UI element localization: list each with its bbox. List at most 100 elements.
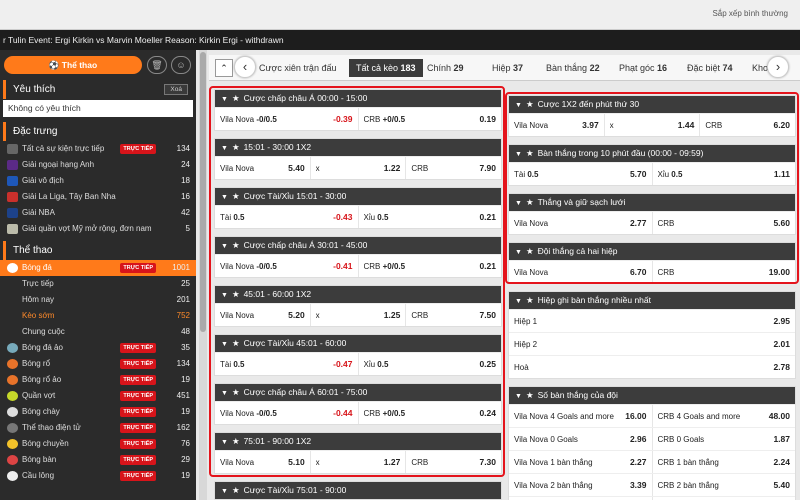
- prev-arrow-icon[interactable]: ‹: [234, 56, 256, 78]
- tab-market[interactable]: Phạt góc 16: [619, 59, 667, 77]
- sidebar-item-label: Bóng rổ ảo: [22, 375, 62, 384]
- odds-cell[interactable]: CRB 0 Goals 1.87: [653, 428, 796, 450]
- odds-cell[interactable]: CRB 1 bàn thắng 2.24: [653, 451, 796, 473]
- sport-button[interactable]: ⚽ Thể thao: [4, 56, 142, 74]
- sidebar-item-sport[interactable]: Quần vợt TRỰC TIẾP 451: [0, 388, 196, 404]
- sidebar-item-label: Bóng chày: [22, 407, 60, 416]
- tab-market[interactable]: Đặc biệt 74: [687, 59, 733, 77]
- sidebar-item-football[interactable]: Bóng đá TRỰC TIẾP 1001: [0, 260, 196, 276]
- market-card-header[interactable]: ▼ ★ Hiệp ghi bàn thắng nhiều nhất: [509, 292, 795, 309]
- odds-row: Vila Nova 4 Goals and more 16.00 CRB 4 Goa…: [509, 404, 795, 427]
- league-icon: [7, 144, 18, 154]
- item-count: 162: [176, 423, 190, 432]
- odds-value: 2.78: [773, 362, 790, 372]
- sidebar-item-sport[interactable]: Thể thao điện tử TRỰC TIẾP 162: [0, 420, 196, 436]
- sidebar-item-sport[interactable]: Bóng đá ảo TRỰC TIẾP 35: [0, 340, 196, 356]
- sidebar-item-featured[interactable]: Giải vô địch 18: [0, 173, 196, 189]
- sidebar-item-featured[interactable]: Giải ngoại hạng Anh 24: [0, 157, 196, 173]
- tab-count: 22: [589, 63, 600, 73]
- sidebar-item-featured[interactable]: Giải NBA 42: [0, 205, 196, 221]
- sidebar-item-sport[interactable]: Bóng chuyền TRỰC TIẾP 76: [0, 436, 196, 452]
- featured-heading: Đặc trưng: [3, 122, 196, 141]
- sidebar: ⚽ Thể thao 🗑 ☺ Yêu thích Xoá Không có yêu…: [0, 50, 196, 500]
- selection-label: CRB 0 Goals: [658, 435, 774, 444]
- favorites-empty: Không có yêu thích: [3, 100, 193, 117]
- odds-row: Vila Nova 2 bàn thắng 3.39 CRB 2 bàn thắng…: [509, 473, 795, 496]
- odds-cell[interactable]: Hiệp 1 2.95: [509, 310, 795, 332]
- favorites-heading: Yêu thích Xoá: [3, 80, 196, 99]
- odds-cell[interactable]: Vila Nova 0 Goals 2.96: [509, 428, 653, 450]
- sidebar-item-sport[interactable]: Bóng bàn TRỰC TIẾP 29: [0, 452, 196, 468]
- tab-count: 183: [400, 63, 416, 73]
- sidebar-item-featured[interactable]: Giải quần vợt Mỹ mở rộng, đơn nam 5: [0, 221, 196, 237]
- league-icon: [7, 192, 18, 202]
- sidebar-item-featured[interactable]: Tất cả sự kiện trực tiếp TRỰC TIẾP 134: [0, 141, 196, 157]
- item-count: 25: [181, 279, 190, 288]
- football-icon: [7, 263, 18, 273]
- selection-label: Vila Nova 0 Goals: [514, 435, 630, 444]
- favorite-star-icon[interactable]: ★: [526, 295, 534, 305]
- selection-name: Hoà: [514, 362, 529, 372]
- sidebar-item-label: Hôm nay: [22, 295, 55, 304]
- odds-value: 48.00: [768, 411, 790, 421]
- odds-row: Vila Nova 0 Goals 2.96 CRB 0 Goals 1.87: [509, 427, 795, 450]
- favorite-star-icon[interactable]: ★: [526, 390, 534, 400]
- collapse-arrow-icon[interactable]: ▼: [515, 393, 522, 400]
- app-window: Sắp xếp bình thường r Tulin Event: Ergi …: [0, 0, 800, 500]
- favorite-star-icon[interactable]: ★: [232, 485, 240, 495]
- sidebar-item-label: Tất cả sự kiện trực tiếp: [22, 144, 105, 153]
- item-count: 48: [181, 327, 190, 336]
- parlay-tab[interactable]: Cược xiên trận đấu: [259, 59, 336, 77]
- market-card-header[interactable]: ▼ ★ Cược Tài/Xỉu 75:01 - 90:00: [215, 482, 501, 499]
- sidebar-subitem[interactable]: Kèo sớm 752: [0, 308, 196, 324]
- tab-count: 37: [513, 63, 524, 73]
- sort-dropdown[interactable]: Sắp xếp bình thường: [712, 9, 788, 18]
- sport-ball-icon: [7, 439, 18, 449]
- sidebar-item-label: Bóng bàn: [22, 455, 57, 464]
- market-card: ▼ ★ Cược Tài/Xỉu 75:01 - 90:00: [214, 481, 502, 500]
- selection-label: Hoà: [514, 363, 773, 372]
- collapse-arrow-icon[interactable]: ▼: [221, 488, 228, 495]
- next-arrow-icon[interactable]: ›: [767, 56, 789, 78]
- odds-cell[interactable]: Vila Nova 2 bàn thắng 3.39: [509, 474, 653, 496]
- market-card-header[interactable]: ▼ ★ Số bàn thắng của đội: [509, 387, 795, 404]
- odds-cell[interactable]: CRB 4 Goals and more 48.00: [653, 405, 796, 427]
- sidebar-item-sport[interactable]: Bóng chày TRỰC TIẾP 19: [0, 404, 196, 420]
- odds-cell[interactable]: CRB 2 bàn thắng 5.40: [653, 474, 796, 496]
- sport-ball-icon: [7, 375, 18, 385]
- league-icon: [7, 208, 18, 218]
- tab-market[interactable]: Hiệp 37: [492, 59, 523, 77]
- live-badge: TRỰC TIẾP: [120, 423, 156, 433]
- sport-ball-icon: [7, 359, 18, 369]
- trash-icon[interactable]: 🗑: [147, 56, 167, 74]
- odds-cell[interactable]: Hiệp 2 2.01: [509, 333, 795, 355]
- sidebar-scrollbar[interactable]: [199, 50, 207, 500]
- market-title: Hiệp ghi bàn thắng nhiều nhất: [537, 295, 651, 305]
- sidebar-item-sport[interactable]: Bóng rổ TRỰC TIẾP 134: [0, 356, 196, 372]
- sidebar-item-featured[interactable]: Giải La Liga, Tây Ban Nha 16: [0, 189, 196, 205]
- tab-market[interactable]: Tất cả kèo 183: [349, 59, 423, 77]
- market-title: Số bàn thắng của đội: [537, 390, 618, 400]
- tab-label: Kho: [752, 63, 769, 73]
- odds-cell[interactable]: Vila Nova 1 bàn thắng 2.27: [509, 451, 653, 473]
- odds-cell[interactable]: Hoà 2.78: [509, 356, 795, 378]
- user-icon[interactable]: ☺: [171, 56, 191, 74]
- sidebar-item-sport[interactable]: Bóng rổ ảo TRỰC TIẾP 19: [0, 372, 196, 388]
- tab-market[interactable]: Kho: [752, 59, 768, 77]
- sidebar-item-sport[interactable]: Cầu lông TRỰC TIẾP 19: [0, 468, 196, 484]
- sidebar-subitem[interactable]: Trực tiếp 25: [0, 276, 196, 292]
- tab-market[interactable]: Chính 29: [427, 59, 464, 77]
- clear-favorites-button[interactable]: Xoá: [164, 84, 188, 95]
- sport-ball-icon: [7, 455, 18, 465]
- tab-market[interactable]: Bàn thắng 22: [546, 59, 600, 77]
- sidebar-subitem[interactable]: Hôm nay 201: [0, 292, 196, 308]
- tab-label: Hiệp: [492, 63, 511, 73]
- sidebar-item-label: Bóng chuyền: [22, 439, 69, 448]
- scrollbar-thumb[interactable]: [200, 52, 206, 332]
- live-badge: TRỰC TIẾP: [120, 391, 156, 401]
- collapse-icon[interactable]: ⌃: [215, 59, 233, 77]
- odds-cell[interactable]: Vila Nova 4 Goals and more 16.00: [509, 405, 653, 427]
- collapse-arrow-icon[interactable]: ▼: [515, 298, 522, 305]
- sidebar-subitem[interactable]: Chung cuộc 48: [0, 324, 196, 340]
- sidebar-item-label: Bóng rổ: [22, 359, 51, 368]
